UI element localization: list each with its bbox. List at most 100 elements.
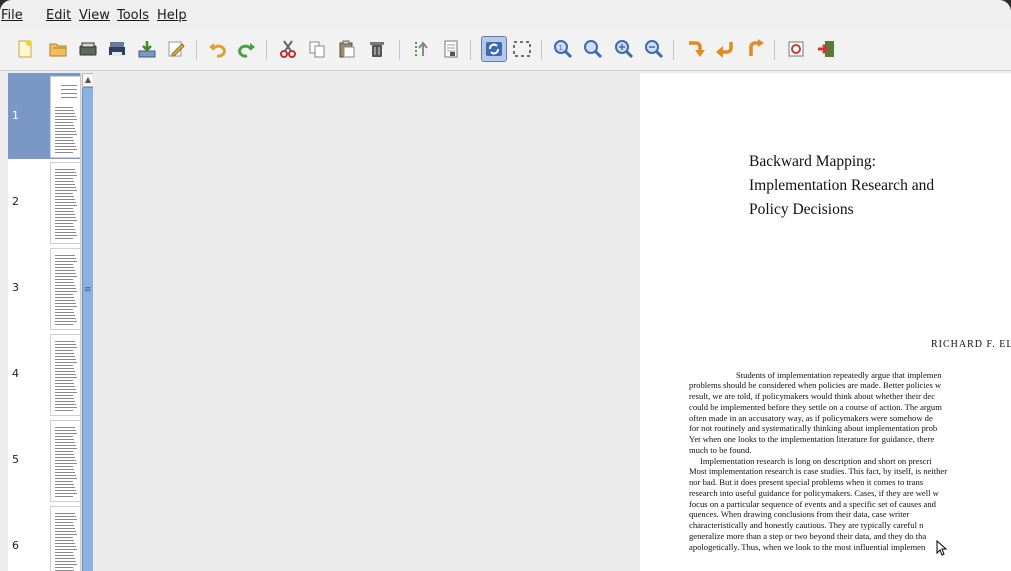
exit-icon	[818, 41, 834, 57]
toolbar-separator	[196, 40, 197, 60]
refresh-button[interactable]	[481, 36, 507, 62]
rotate-right-button[interactable]	[744, 38, 766, 60]
thumbnail-page[interactable]: 5	[8, 417, 82, 503]
thumbnail-text-line	[55, 469, 74, 470]
thumbnail-text-line	[55, 344, 76, 345]
redo-button[interactable]	[236, 38, 258, 60]
zoom-in-button[interactable]	[613, 38, 635, 60]
zoom-out-icon	[645, 40, 664, 59]
new-document-button[interactable]	[14, 38, 36, 60]
document-page: Backward Mapping: Implementation Researc…	[640, 73, 1011, 571]
thumbnail-text-line	[55, 537, 73, 538]
delete-button[interactable]	[366, 38, 388, 60]
thumbnail-text-line	[55, 226, 74, 227]
thumbnail-text-line	[55, 312, 74, 313]
download-icon	[138, 41, 156, 58]
sort-icon	[415, 41, 428, 56]
zoom-width-icon	[584, 40, 603, 59]
thumbnail-page[interactable]: 1	[8, 73, 82, 159]
thumbnail-page[interactable]: 6	[8, 503, 82, 571]
select-area-button[interactable]	[511, 38, 533, 60]
copy-button[interactable]	[306, 38, 328, 60]
thumbnail-text-line	[55, 481, 73, 482]
paste-button[interactable]	[336, 38, 358, 60]
zoom-fit-button[interactable]: 1	[552, 38, 574, 60]
thumbnail-text-line	[55, 439, 74, 440]
thumbnail-text-line	[55, 178, 73, 179]
thumbnail-text-line	[55, 356, 75, 357]
edit-button[interactable]	[165, 38, 187, 60]
thumbnail-page[interactable]: 3	[8, 245, 82, 331]
thumbnail-text-line	[55, 368, 74, 369]
thumbnail-text-line	[55, 128, 75, 129]
body-text-line: Yet when one looks to the implementation…	[689, 434, 935, 444]
printer-icon	[109, 42, 125, 56]
thumbnail-text-line	[55, 258, 76, 259]
thumbnail-text-line	[55, 516, 76, 517]
thumbnail-text-line	[55, 561, 76, 562]
thumbnail-text-line	[55, 143, 75, 144]
menu-view[interactable]: View	[79, 8, 110, 23]
thumbnail-panel: 1 2 3 4 5 6	[8, 73, 82, 571]
thumbnail-page-number: 1	[12, 109, 19, 122]
save-button[interactable]	[136, 38, 158, 60]
thumbnail-text-line	[55, 493, 77, 494]
thumbnail-text-line	[55, 389, 76, 390]
thumbnail-text-line	[55, 184, 75, 185]
copy-icon	[309, 41, 325, 58]
thumbnail-text-line	[55, 229, 75, 230]
thumbnail-text-line	[55, 273, 76, 274]
rotate-left-button[interactable]	[714, 38, 736, 60]
body-text-line: often made in an accusatory way, as if p…	[689, 413, 933, 423]
page-settings-button[interactable]	[785, 38, 807, 60]
thumbnail-text-line	[55, 205, 77, 206]
thumbnail-text-line	[55, 282, 74, 283]
menu-view-label: View	[79, 8, 110, 23]
thumbnail-text-line	[55, 436, 73, 437]
zoom-out-button[interactable]	[643, 38, 665, 60]
thumbnail-text-line	[55, 350, 73, 351]
thumbnail-page[interactable]: 4	[8, 331, 82, 417]
menu-help[interactable]: Help	[157, 8, 187, 23]
menu-tools[interactable]: Tools	[117, 8, 149, 23]
thumbnail-text-line	[55, 460, 76, 461]
exit-button[interactable]	[815, 38, 837, 60]
menu-file[interactable]: File	[1, 8, 23, 23]
body-text-line: research into useful guidance for policy…	[689, 488, 939, 498]
thumbnail-text-line	[55, 448, 77, 449]
open-button[interactable]	[47, 38, 69, 60]
thumbnail-text-line	[55, 300, 75, 301]
thumbnail-text-line	[55, 279, 73, 280]
thumbnail-image	[50, 334, 82, 416]
thumbnail-text-line	[55, 119, 77, 120]
thumbnail-text-line	[55, 395, 73, 396]
undo-button[interactable]	[206, 38, 228, 60]
thumbnail-page[interactable]: 2	[8, 159, 82, 245]
body-text-line: generalize more than a step or two beyon…	[689, 531, 927, 541]
thumbnail-text-line	[55, 466, 73, 467]
page-properties-button[interactable]	[440, 38, 462, 60]
scan-button[interactable]	[77, 38, 99, 60]
thumbnail-text-line	[55, 175, 77, 176]
cut-button[interactable]	[277, 38, 299, 60]
thumbnail-text-line	[55, 534, 77, 535]
menu-edit[interactable]: Edit	[46, 8, 71, 23]
thumbnail-text-line	[55, 131, 76, 132]
thumbnail-text-line	[55, 276, 77, 277]
sort-button[interactable]	[409, 38, 431, 60]
body-text-line: Implementation research is long on descr…	[700, 456, 932, 466]
zoom-width-button[interactable]	[582, 38, 604, 60]
thumbnail-text-line	[61, 89, 77, 90]
thumbnail-text-line	[55, 267, 74, 268]
thumbnail-text-line	[55, 208, 73, 209]
thumbnail-text-line	[55, 122, 73, 123]
select-area-icon	[513, 41, 531, 57]
thumbnail-text-line	[55, 113, 75, 114]
thumbnail-scrollbar[interactable]: ▲ ≡	[80, 73, 94, 571]
rotate-down-button[interactable]	[684, 38, 706, 60]
thumbnail-text-line	[55, 371, 75, 372]
thumbnail-text-line	[61, 93, 77, 94]
print-button[interactable]	[106, 38, 128, 60]
thumbnail-text-line	[55, 383, 74, 384]
thumbnail-text-line	[55, 270, 75, 271]
